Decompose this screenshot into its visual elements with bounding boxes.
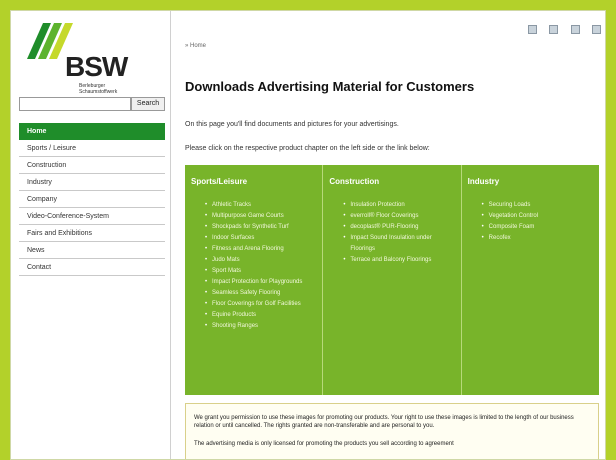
sidebar-item-contact[interactable]: Contact [19,259,165,276]
category-link[interactable]: decoplast® PUR-Flooring [343,222,454,233]
page-toolbar [520,21,601,34]
page-frame: BSW Berleburger Schaumstoffwerk Search H… [10,10,606,460]
category-link[interactable]: Indoor Surfaces [205,233,316,244]
main-content: » Home Downloads Advertising Material fo… [181,11,605,459]
sidebar-item-sports-leisure[interactable]: Sports / Leisure [19,140,165,157]
category-link[interactable]: Recofex [482,233,593,244]
bookmark-icon[interactable] [592,25,601,34]
category-link[interactable]: Shockpads for Synthetic Turf [205,222,316,233]
font-size-icon[interactable] [570,25,580,34]
search-input[interactable] [19,97,131,111]
category-link[interactable]: Impact Sound Insulation under Floorings [343,233,454,255]
notice-paragraph: We grant you permission to use these ima… [194,415,574,429]
category-list: Insulation Protection everroll® Floor Co… [329,200,454,266]
category-construction: Construction Insulation Protection everr… [323,165,462,395]
print-icon[interactable] [527,25,537,34]
usage-notice: We grant you permission to use these ima… [185,403,599,459]
email-icon[interactable] [549,25,559,34]
search-button[interactable]: Search [131,97,165,111]
category-link[interactable]: Composite Foam [482,222,593,233]
category-industry: Industry Securing Loads Vegetation Contr… [462,165,599,395]
category-link[interactable]: Judo Mats [205,255,316,266]
category-title[interactable]: Sports/Leisure [191,177,316,186]
category-link[interactable]: Terrace and Balcony Floorings [343,255,454,266]
category-link[interactable]: Seamless Safety Flooring [205,288,316,299]
category-link[interactable]: everroll® Floor Coverings [343,211,454,222]
page-title: Downloads Advertising Material for Custo… [185,79,475,94]
category-link[interactable]: Fitness and Arena Flooring [205,244,316,255]
sidebar-item-fairs[interactable]: Fairs and Exhibitions [19,225,165,242]
intro-text: On this page you'll find documents and p… [185,121,399,128]
category-link[interactable]: Insulation Protection [343,200,454,211]
bsw-logo[interactable]: BSW Berleburger Schaumstoffwerk [25,21,165,101]
sidebar: BSW Berleburger Schaumstoffwerk Search H… [11,11,171,459]
sidebar-item-home[interactable]: Home [19,123,165,140]
sidebar-item-company[interactable]: Company [19,191,165,208]
sidebar-item-construction[interactable]: Construction [19,157,165,174]
category-link[interactable]: Securing Loads [482,200,593,211]
category-link[interactable]: Multipurpose Game Courts [205,211,316,222]
sidebar-item-industry[interactable]: Industry [19,174,165,191]
category-title[interactable]: Construction [329,177,454,186]
search-bar: Search [19,97,167,111]
sidebar-nav: Home Sports / Leisure Construction Indus… [19,123,165,276]
instruction-text: Please click on the respective product c… [185,145,430,152]
category-title[interactable]: Industry [468,177,593,186]
logo-subtitle: Berleburger Schaumstoffwerk [79,83,118,95]
category-link[interactable]: Floor Coverings for Golf Facilities [205,299,316,310]
category-link[interactable]: Athletic Tracks [205,200,316,211]
category-link[interactable]: Equine Products [205,310,316,321]
category-link[interactable]: Shooting Ranges [205,321,316,332]
sidebar-item-news[interactable]: News [19,242,165,259]
category-list: Athletic Tracks Multipurpose Game Courts… [191,200,316,332]
category-box: Sports/Leisure Athletic Tracks Multipurp… [185,165,599,395]
category-list: Securing Loads Vegetation Control Compos… [468,200,593,244]
breadcrumb[interactable]: » Home [185,43,206,49]
notice-paragraph: The advertising media is only licensed f… [194,441,454,447]
category-link[interactable]: Sport Mats [205,266,316,277]
category-sports-leisure: Sports/Leisure Athletic Tracks Multipurp… [185,165,324,395]
logo-wordmark: BSW [65,51,128,82]
sidebar-item-video-conference[interactable]: Video-Conference-System [19,208,165,225]
category-link[interactable]: Vegetation Control [482,211,593,222]
category-link[interactable]: Impact Protection for Playgrounds [205,277,316,288]
